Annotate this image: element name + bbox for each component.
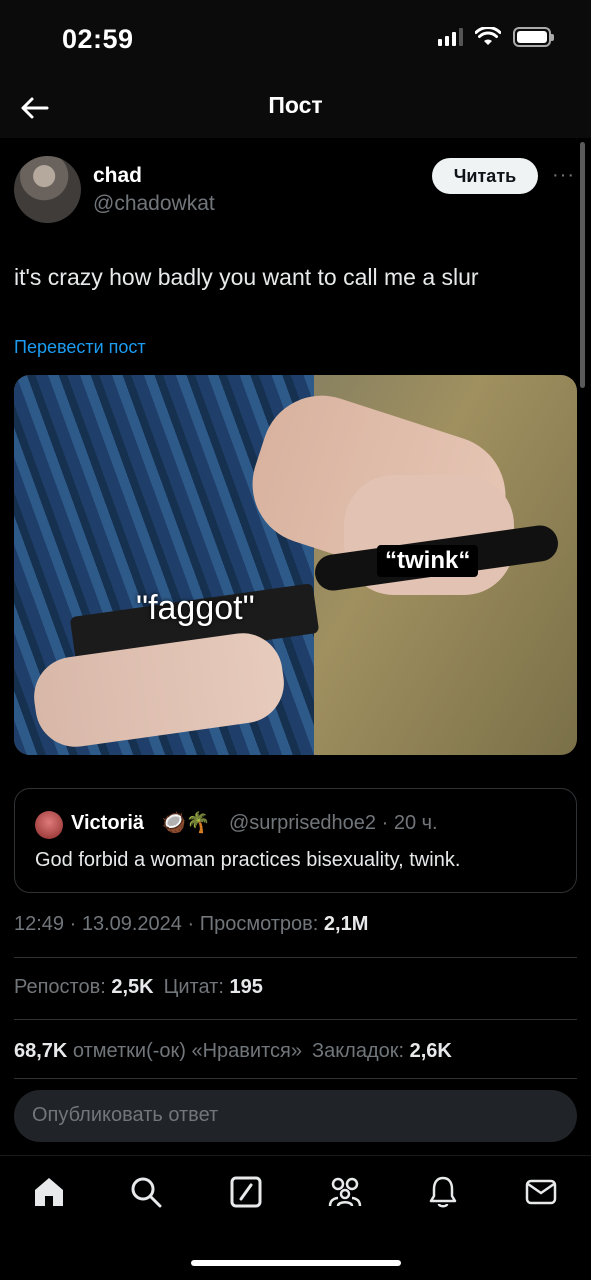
bookmarks-count[interactable]: 2,6K [410,1040,452,1062]
cellular-signal-icon [438,28,463,46]
views-label: Просмотров: [199,913,324,935]
post-meta: 12:49 · 13.09.2024 · Просмотров: 2,1M [14,913,368,936]
views-count[interactable]: 2,1M [324,913,368,935]
more-options-icon[interactable]: ··· [552,164,575,187]
grok-icon[interactable] [226,1172,266,1212]
author-handle[interactable]: @chadowkat [93,192,215,216]
post-image[interactable]: "faggot" “twink“ [14,375,577,755]
messages-icon[interactable] [521,1172,561,1212]
top-bar: Пост [0,78,591,138]
like-stats: 68,7K отметки(-ок) «Нравится» Закладок: 2… [14,1040,452,1063]
likes-label[interactable]: отметки(-ок) «Нравится» [67,1040,302,1062]
quoted-post[interactable]: Victoriä 🥥🌴 @surprisedhoe2 · 20 ч. God f… [14,788,577,893]
scrollbar[interactable] [580,142,585,388]
post-datetime: 12:49 · 13.09.2024 · [14,913,200,935]
home-indicator[interactable] [191,1260,401,1266]
author-avatar[interactable] [14,156,81,223]
communities-icon[interactable] [325,1172,365,1212]
search-icon[interactable] [126,1172,166,1212]
divider [14,1078,577,1079]
battery-icon [513,27,554,47]
notifications-icon[interactable] [423,1172,463,1212]
repost-stats: Репостов: 2,5K Цитат: 195 [14,976,263,999]
quote-text: God forbid a woman practices bisexuality… [35,849,461,871]
post-text: it's crazy how badly you want to call me… [14,264,479,290]
reposts-label[interactable]: Репостов: [14,976,111,998]
quote-emoji: 🥥🌴 [161,812,211,834]
translate-post-link[interactable]: Перевести пост [14,337,146,358]
wifi-icon [475,27,501,45]
divider [14,957,577,958]
image-caption: “twink“ [377,545,479,577]
status-bar: 02:59 [0,0,591,78]
clock: 02:59 [62,24,134,54]
reply-field[interactable]: Опубликовать ответ [14,1090,577,1142]
author-name[interactable]: chad [93,164,142,188]
quote-author-name: Victoriä [71,812,144,834]
divider [14,1019,577,1020]
likes-count[interactable]: 68,7K [14,1040,67,1062]
home-icon[interactable] [29,1172,69,1212]
system-icons [438,27,554,47]
follow-button[interactable]: Читать [432,158,538,194]
quote-avatar [35,811,63,839]
quote-handle-time: @surprisedhoe2 · 20 ч. [229,812,438,834]
image-caption: "faggot" [136,589,255,627]
reply-placeholder: Опубликовать ответ [32,1104,219,1126]
reposts-count[interactable]: 2,5K [111,976,153,998]
quotes-label[interactable]: Цитат: [164,976,230,998]
bookmarks-label[interactable]: Закладок: [312,1040,410,1062]
page-title: Пост [268,92,323,118]
quotes-count[interactable]: 195 [229,976,262,998]
